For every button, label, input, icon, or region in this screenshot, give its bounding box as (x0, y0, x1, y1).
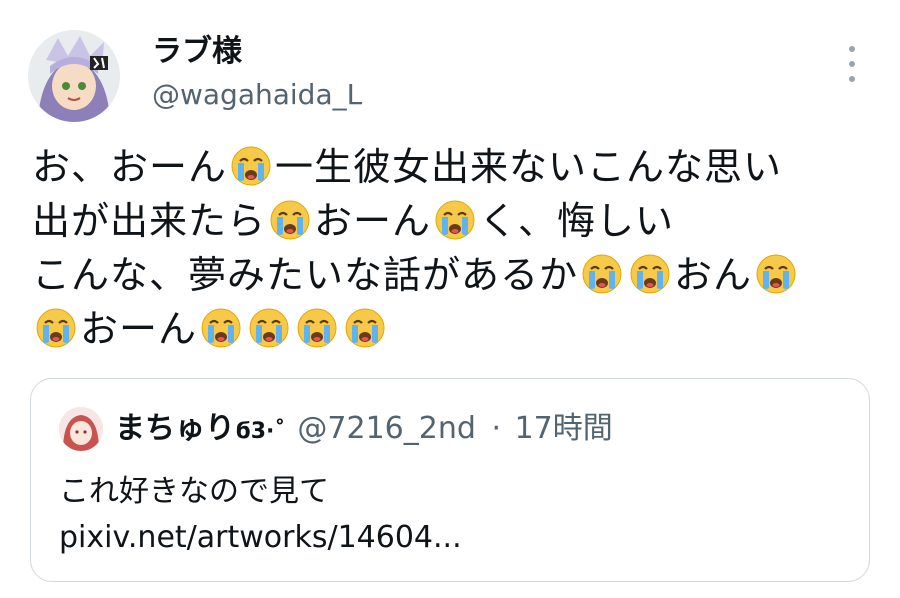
author-display-name[interactable]: ラブ様 (152, 34, 242, 70)
loudly-crying-face-icon (343, 306, 387, 350)
tweet-line: おーん (32, 302, 872, 356)
quoted-tweet-link[interactable]: pixiv.net/artworks/14604... (59, 517, 462, 559)
more-dot (849, 76, 855, 82)
loudly-crying-face-icon (199, 306, 243, 350)
quoted-author-avatar[interactable] (59, 407, 103, 451)
loudly-crying-face-icon (628, 252, 672, 296)
more-dot (849, 46, 855, 52)
quoted-author-handle[interactable]: @7216_2nd (297, 411, 476, 446)
quoted-tweet-time[interactable]: 17時間 (515, 411, 613, 446)
avatar-girl-icon (59, 407, 103, 451)
meta-separator: · (491, 411, 502, 446)
quoted-tweet-card[interactable]: まちゅりϭ3·˚ @7216_2nd · 17時間 これ好きなので見て pixiv… (30, 378, 870, 582)
tweet-text-segment: 出が出来たら (32, 199, 267, 243)
tweet-text-segment: こんな、夢みたいな話があるか (32, 253, 579, 297)
tweet-text-segment: おーん (80, 307, 198, 351)
author-avatar[interactable] (28, 30, 120, 122)
author-handle[interactable]: @wagahaida_L (152, 78, 362, 112)
loudly-crying-face-icon (580, 252, 624, 296)
tweet-line: 出が出来たら おーん く、悔しい (32, 194, 872, 248)
tweet-text-segment: く、悔しい (479, 199, 675, 243)
quoted-tweet-header: まちゅりϭ3·˚ @7216_2nd · 17時間 (115, 409, 613, 452)
tweet-text: お、おーん 一生彼女出来ないこんな思い 出が出来たら おーん く、悔しい こんな、夢みたい… (32, 140, 872, 356)
loudly-crying-face-icon (34, 306, 78, 350)
tweet-text-segment: おーん (314, 199, 432, 243)
tweet-text-segment: お、おーん (32, 145, 228, 189)
more-vertical-icon[interactable] (844, 46, 860, 82)
quoted-author-name-decoration: ϭ3·˚ (235, 419, 286, 444)
loudly-crying-face-icon (229, 144, 273, 188)
loudly-crying-face-icon (433, 198, 477, 242)
tweet-text-segment: 一生彼女出来ないこんな思い (275, 145, 783, 189)
quoted-author-name[interactable]: まちゅり (115, 411, 235, 446)
loudly-crying-face-icon (754, 252, 798, 296)
tweet-text-segment: おん (674, 253, 753, 297)
avatar-anime-character-icon (28, 30, 120, 122)
more-dot (849, 61, 855, 67)
loudly-crying-face-icon (268, 198, 312, 242)
tweet-line: お、おーん 一生彼女出来ないこんな思い (32, 140, 872, 194)
tweet-line: こんな、夢みたいな話があるか おん (32, 248, 872, 302)
loudly-crying-face-icon (295, 306, 339, 350)
loudly-crying-face-icon (247, 306, 291, 350)
quoted-tweet-text: これ好きなので見て (59, 474, 329, 509)
